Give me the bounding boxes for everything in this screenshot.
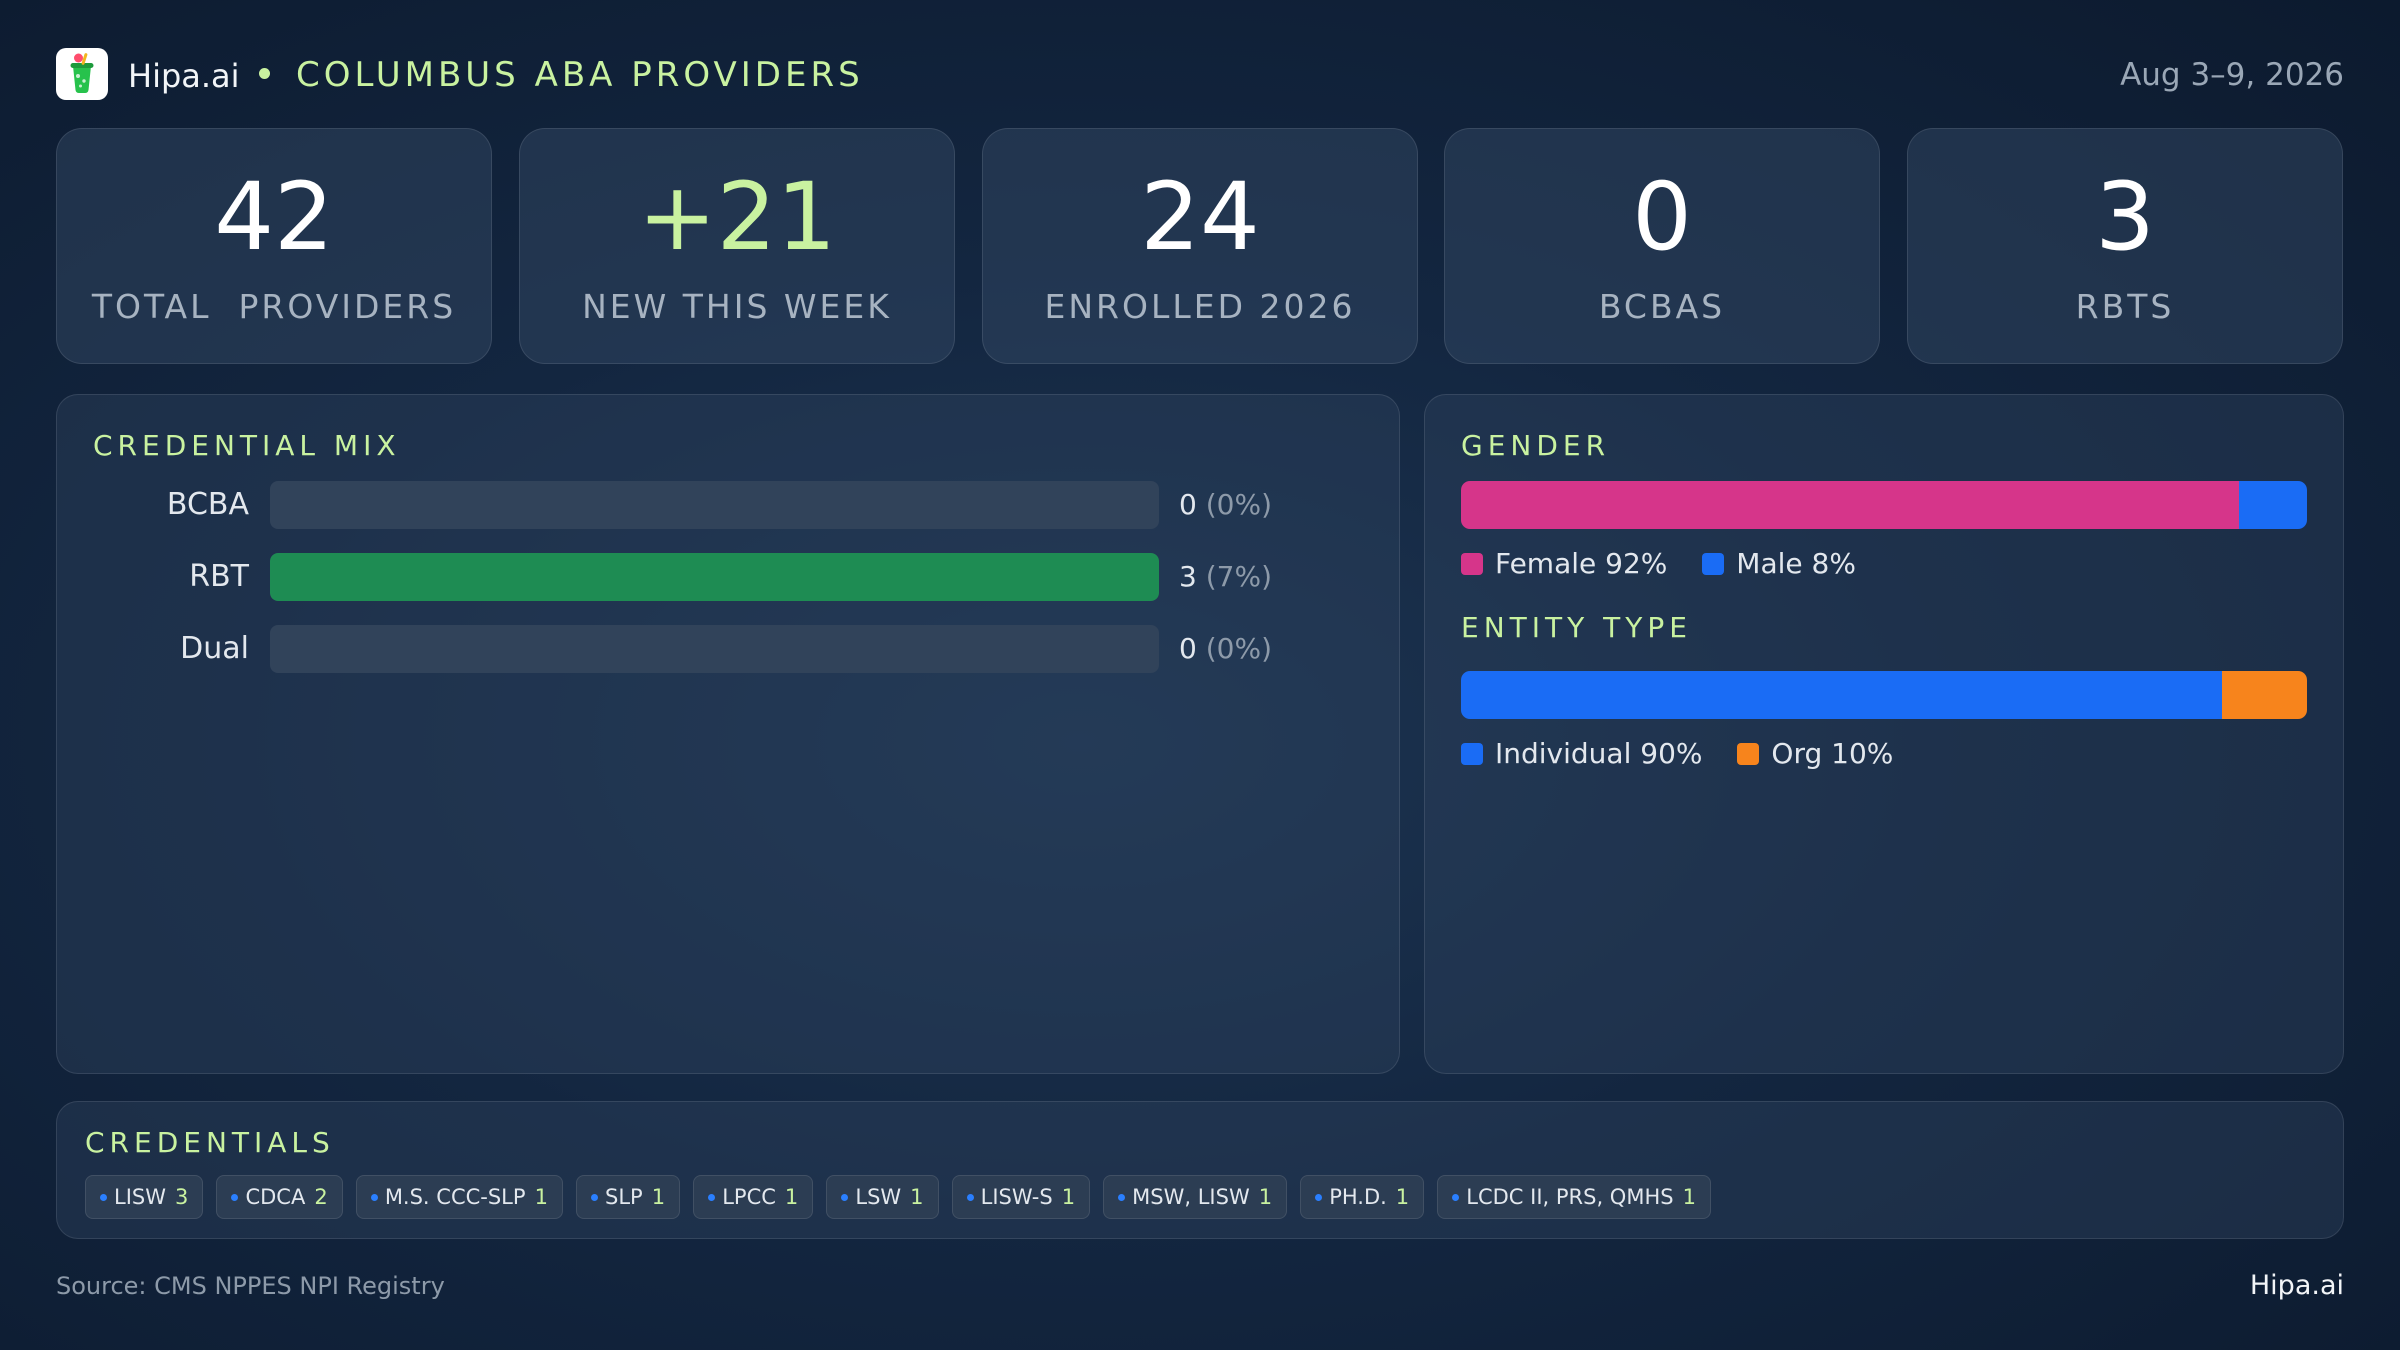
dot-icon [841, 1194, 849, 1201]
dot-icon [591, 1194, 599, 1201]
credential-chip[interactable]: MSW, LISW 1 [1103, 1175, 1288, 1219]
credential-chip[interactable]: LISW 3 [85, 1175, 204, 1219]
kpi-total-providers: 42 TOTAL PROVIDERS [56, 128, 492, 364]
dot-icon [1315, 1194, 1323, 1201]
bar-value-label: 3 (7%) [1179, 560, 1273, 593]
kpi-label: RBTS [2075, 287, 2175, 326]
legend-item-individual: Individual 90% [1461, 737, 1703, 770]
kpi-label: ENROLLED 2026 [1044, 287, 1356, 326]
credential-chip[interactable]: PH.D. 1 [1300, 1175, 1425, 1219]
credential-mix-row: RBT 3 (7%) [93, 553, 1272, 603]
legend-item-female: Female 92% [1461, 547, 1667, 580]
legend-swatch [1702, 553, 1725, 575]
entity-stacked-bar [1461, 671, 2307, 719]
dot-icon [100, 1194, 107, 1201]
bar-segment-male [2239, 481, 2307, 529]
legend-swatch [1461, 553, 1483, 575]
bar-category-label: BCBA [166, 487, 249, 522]
gender-stacked-bar [1461, 481, 2307, 529]
dot-icon [966, 1194, 974, 1201]
legend-item-male: Male 8% [1702, 547, 1856, 580]
credential-chip[interactable]: LCDC II, PRS, QMHS 1 [1437, 1175, 1711, 1219]
footer-brand: Hipa.ai [2249, 1270, 2344, 1301]
bar-category-label: RBT [189, 559, 249, 594]
bar-track [270, 553, 1159, 601]
credential-chip[interactable]: CDCA 2 [216, 1175, 343, 1219]
dot-icon [708, 1194, 716, 1201]
legend-swatch [1461, 743, 1483, 765]
hipa-logo-icon [56, 48, 108, 100]
credential-chip[interactable]: LPCC 1 [693, 1175, 814, 1219]
bar-value-label: 0 (0%) [1179, 488, 1273, 521]
panel-title: ENTITY TYPE [1461, 611, 1692, 644]
kpi-label: BCBAS [1598, 287, 1726, 326]
bar-segment-individual [1461, 671, 2223, 719]
bar-segment-org [2222, 671, 2307, 719]
kpi-rbts: 3 RBTS [1907, 128, 2343, 364]
panel-title: CREDENTIALS [85, 1126, 335, 1159]
bar-fill [270, 553, 1159, 601]
dot-icon [370, 1194, 378, 1201]
credential-chip[interactable]: LSW 1 [826, 1175, 939, 1219]
credential-chip[interactable]: M.S. CCC-SLP 1 [355, 1175, 563, 1219]
brand-name: Hipa.ai [128, 57, 240, 95]
bar-category-label: Dual [180, 631, 249, 666]
kpi-label: NEW THIS WEEK [582, 287, 892, 326]
header: Hipa.ai COLUMBUS ABA PROVIDERS Aug 3–9, … [56, 48, 2344, 100]
bar-value-label: 0 (0%) [1179, 632, 1273, 665]
dot-icon [1452, 1194, 1460, 1201]
kpi-value: 42 [214, 163, 334, 272]
credential-mix-panel: CREDENTIAL MIX BCBA 0 (0%) RBT 3 (7%) Du… [56, 394, 1400, 1074]
bar-segment-female [1461, 481, 2240, 529]
separator-dot-icon [259, 68, 270, 79]
credential-chip[interactable]: LISW-S 1 [951, 1175, 1091, 1219]
bar-track [270, 481, 1159, 529]
kpi-value: +21 [637, 163, 837, 272]
kpi-new-this-week: +21 NEW THIS WEEK [519, 128, 955, 364]
date-range: Aug 3–9, 2026 [2120, 57, 2344, 93]
kpi-label: TOTAL PROVIDERS [91, 287, 457, 326]
credential-chip-list: LISW 3 CDCA 2 M.S. CCC-SLP 1 SLP 1 LPCC 1 LSW… [85, 1175, 1719, 1219]
gender-entity-panel: GENDER Female 92% Male 8% ENTITY TYPE In… [1424, 394, 2344, 1074]
credential-chip[interactable]: SLP 1 [576, 1175, 681, 1219]
legend-item-org: Org 10% [1737, 737, 1893, 770]
bar-track [270, 625, 1159, 673]
dot-icon [231, 1194, 239, 1201]
credential-mix-row: Dual 0 (0%) [93, 625, 1272, 675]
page-title: COLUMBUS ABA PROVIDERS [296, 55, 864, 95]
credentials-panel: CREDENTIALS LISW 3 CDCA 2 M.S. CCC-SLP 1 SL… [56, 1101, 2344, 1239]
entity-legend: Individual 90% Org 10% [1461, 737, 1919, 770]
kpi-bcbas: 0 BCBAS [1444, 128, 1880, 364]
credential-mix-row: BCBA 0 (0%) [93, 481, 1272, 531]
legend-swatch [1737, 743, 1760, 765]
gender-legend: Female 92% Male 8% [1461, 547, 1882, 580]
dot-icon [1118, 1194, 1126, 1201]
kpi-value: 0 [1632, 163, 1692, 272]
kpi-value: 24 [1140, 163, 1260, 272]
source-note: Source: CMS NPPES NPI Registry [56, 1272, 445, 1300]
panel-title: CREDENTIAL MIX [93, 429, 401, 462]
kpi-value: 3 [2095, 163, 2155, 272]
panel-title: GENDER [1461, 429, 1611, 462]
kpi-enrolled-2026: 24 ENROLLED 2026 [982, 128, 1418, 364]
